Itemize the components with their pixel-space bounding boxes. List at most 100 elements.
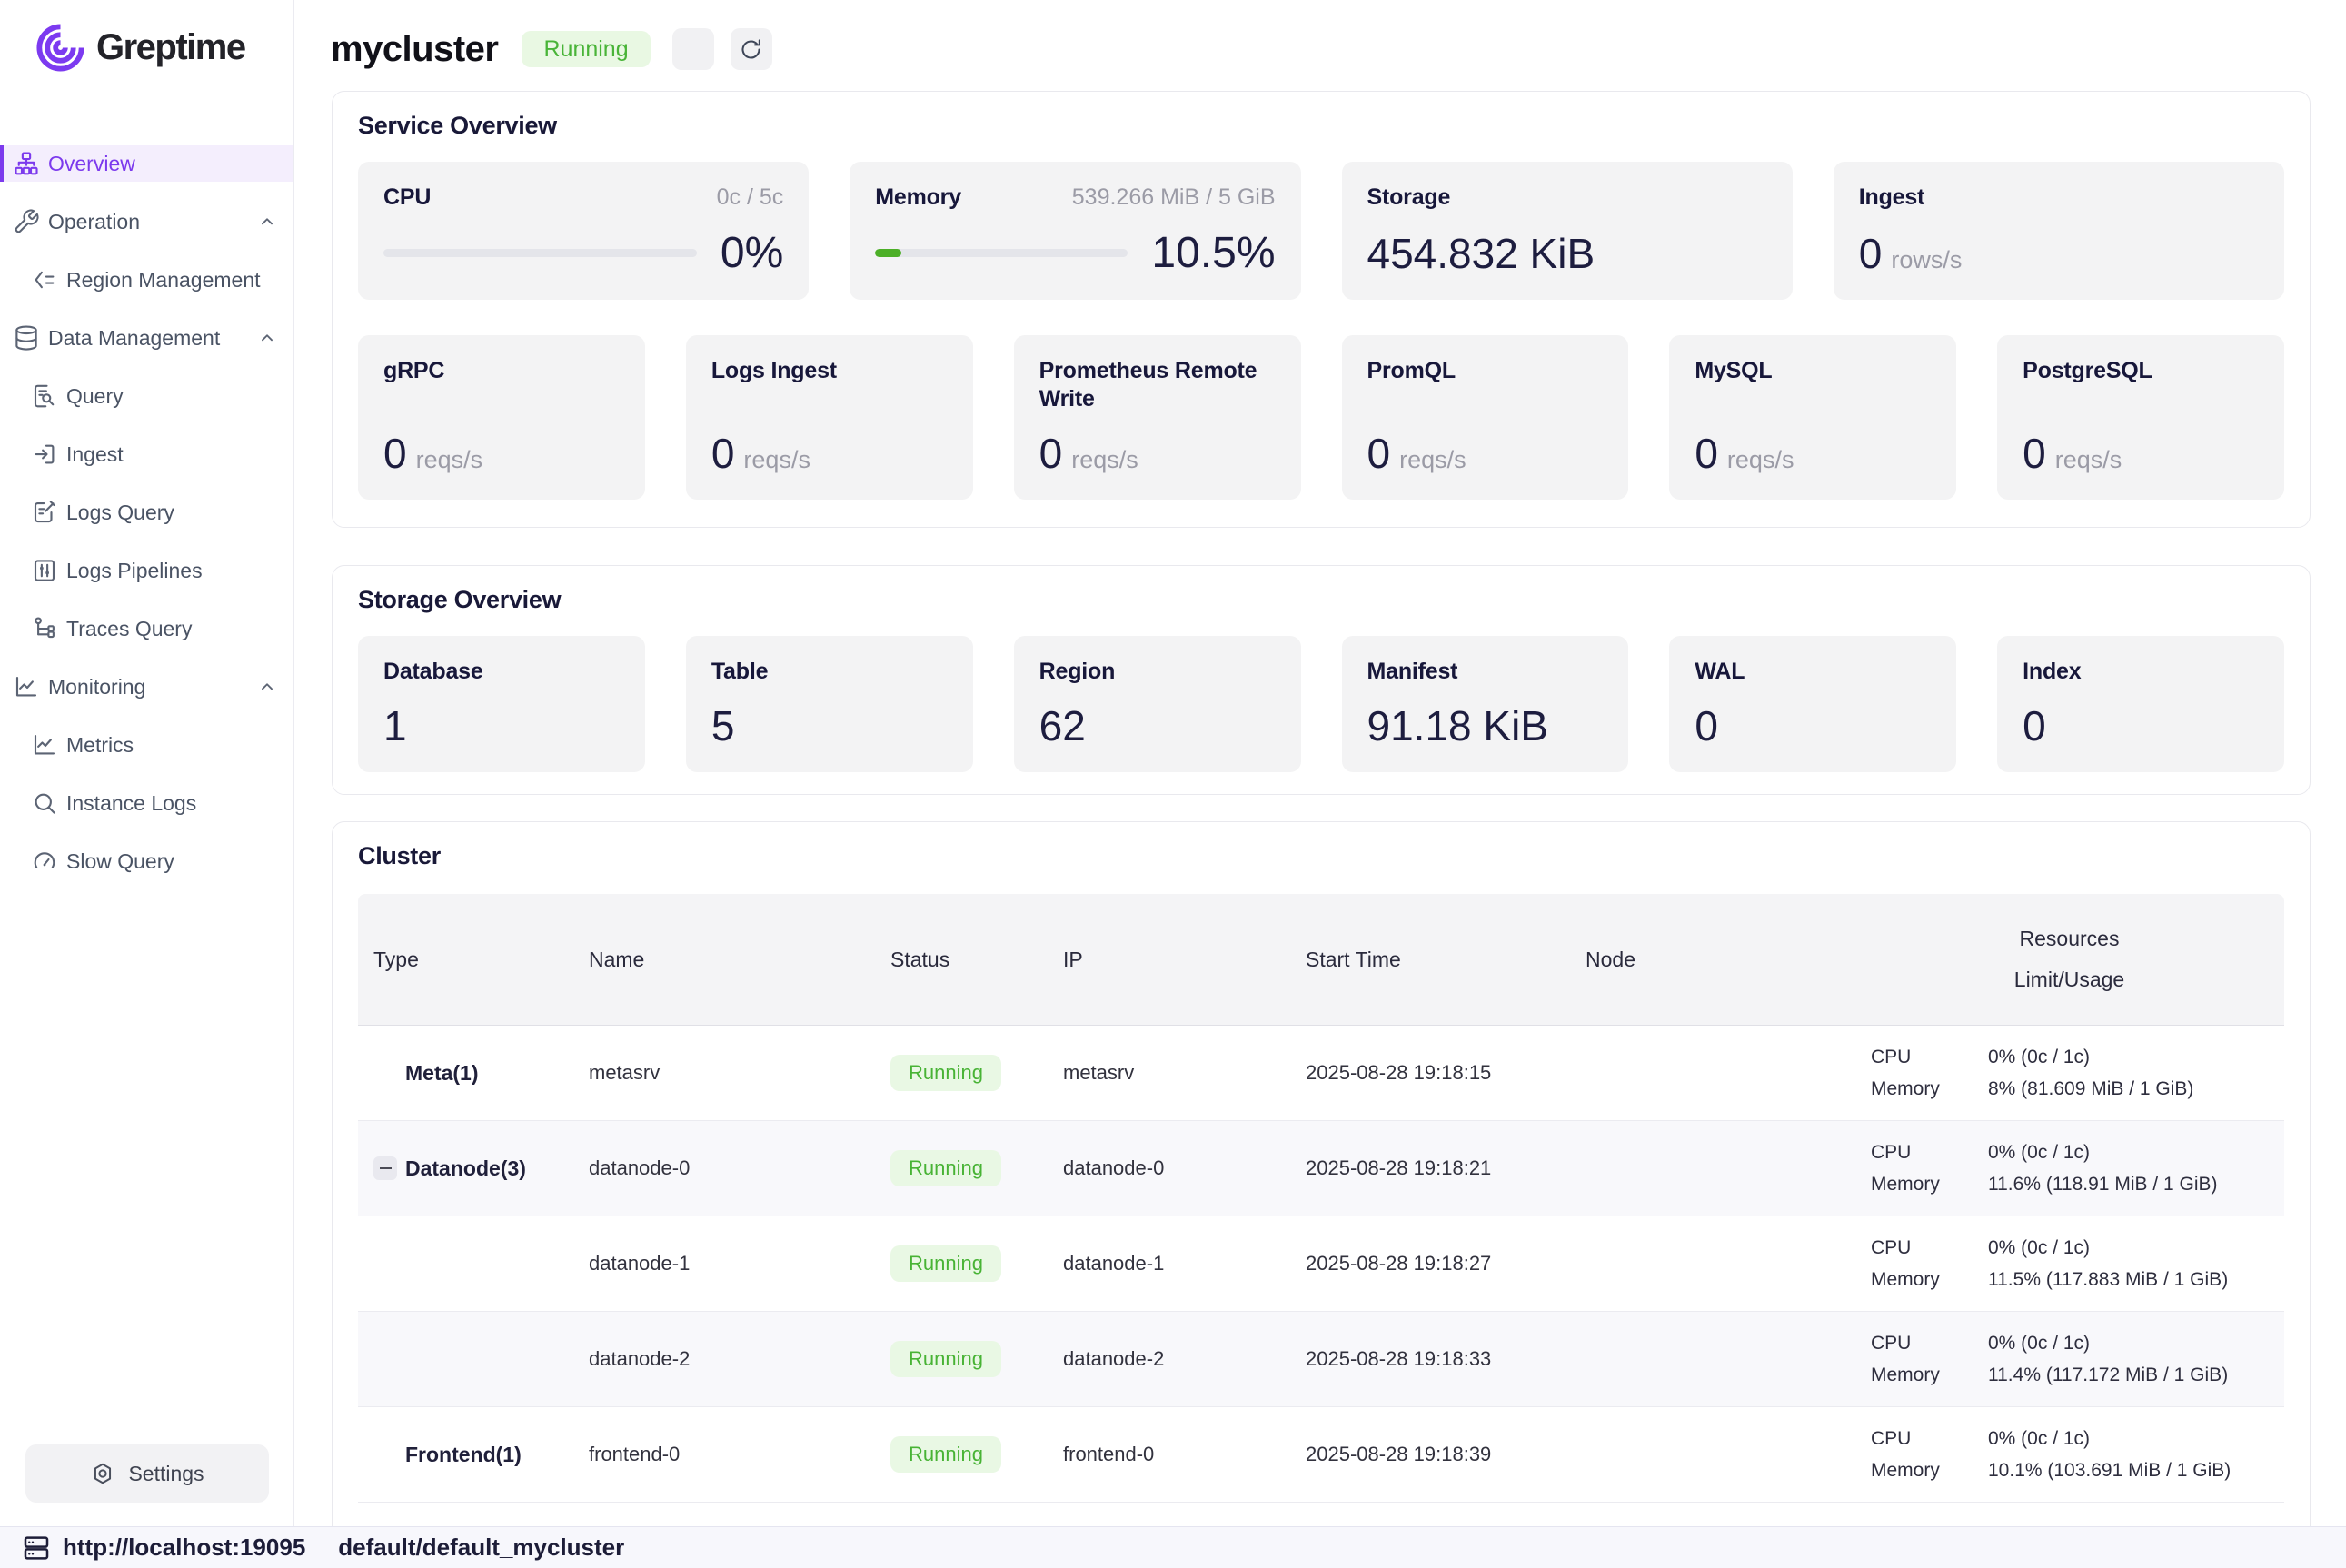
row-start-time: 2025-08-28 19:18:27 bbox=[1290, 1252, 1570, 1275]
protocol-value: 0 bbox=[1695, 429, 1718, 478]
storage-cards: Database 1 Table 5 Region 62 Manifest 91… bbox=[358, 636, 2284, 772]
resource-memory-label: Memory bbox=[1871, 1269, 1988, 1291]
sidebar-group-operation[interactable]: Operation bbox=[0, 203, 293, 240]
row-ip: datanode-0 bbox=[1048, 1156, 1290, 1180]
page-title: mycluster bbox=[331, 29, 498, 70]
sidebar-item-label: Ingest bbox=[66, 442, 124, 467]
chevron-up-icon bbox=[257, 212, 277, 232]
header-action-button[interactable] bbox=[672, 28, 714, 70]
file-edit-icon bbox=[31, 499, 58, 526]
resource-cpu-label: CPU bbox=[1871, 1047, 1988, 1068]
brand-name: Greptime bbox=[96, 27, 245, 68]
table-row-datanode-1: datanode-1 Running datanode-1 2025-08-28… bbox=[358, 1216, 2284, 1312]
memory-limit: 539.266 MiB / 5 GiB bbox=[1072, 184, 1276, 211]
storage-card-value: 0 bbox=[2023, 701, 2046, 750]
storage-card: Storage 454.832 KiB bbox=[1342, 162, 1793, 300]
resource-cpu-value: 0% (0c / 1c) bbox=[1988, 1142, 2090, 1164]
database-card: Database 1 bbox=[358, 636, 645, 772]
storage-label: Storage bbox=[1367, 184, 1451, 212]
sidebar-item-metrics[interactable]: Metrics bbox=[0, 727, 293, 763]
storage-card-value: 1 bbox=[383, 701, 407, 750]
brand-logo[interactable]: Greptime bbox=[0, 0, 293, 74]
memory-label: Memory bbox=[875, 184, 961, 212]
sidebar-group-monitoring[interactable]: Monitoring bbox=[0, 669, 293, 705]
sidebar-item-overview[interactable]: Overview bbox=[0, 145, 293, 182]
row-resources: CPU0% (0c / 1c) Memory11.4% (117.172 MiB… bbox=[1854, 1312, 2284, 1406]
resource-cpu-label: CPU bbox=[1871, 1333, 1988, 1355]
row-resources: CPU0% (0c / 1c) Memory11.5% (117.883 MiB… bbox=[1854, 1216, 2284, 1311]
promql-card: PromQL 0 reqs/s bbox=[1342, 335, 1629, 500]
sidebar-item-region-management[interactable]: Region Management bbox=[0, 262, 293, 298]
storage-card-label: Table bbox=[711, 658, 948, 686]
protocol-value: 0 bbox=[1367, 429, 1391, 478]
resource-cpu-label: CPU bbox=[1871, 1142, 1988, 1164]
storage-card-value: 91.18 KiB bbox=[1367, 701, 1548, 750]
current-database[interactable]: default/default_mycluster bbox=[338, 1533, 624, 1562]
gear-icon bbox=[90, 1461, 115, 1486]
resource-cpu-label: CPU bbox=[1871, 1428, 1988, 1450]
sidebar-item-logs-query[interactable]: Logs Query bbox=[0, 494, 293, 531]
memory-progress-bar bbox=[875, 249, 1128, 257]
protocol-label: PromQL bbox=[1367, 357, 1604, 385]
resource-cpu-value: 0% (0c / 1c) bbox=[1988, 1428, 2090, 1450]
sidebar-item-traces-query[interactable]: Traces Query bbox=[0, 610, 293, 647]
refresh-icon bbox=[739, 37, 763, 62]
sidebar-item-query[interactable]: Query bbox=[0, 378, 293, 414]
sidebar-item-label: Overview bbox=[48, 152, 135, 176]
cluster-table-header: Type Name Status IP Start Time Node Reso… bbox=[358, 894, 2284, 1026]
sidebar-item-slow-query[interactable]: Slow Query bbox=[0, 843, 293, 879]
chart-line-icon bbox=[13, 673, 40, 700]
storage-card-label: Database bbox=[383, 658, 620, 686]
row-resources: CPU0% (0c / 1c) Memory8% (81.609 MiB / 1… bbox=[1854, 1026, 2284, 1120]
sidebar-item-label: Traces Query bbox=[66, 617, 192, 641]
storage-card-value: 62 bbox=[1039, 701, 1086, 750]
resource-memory-label: Memory bbox=[1871, 1174, 1988, 1196]
manifest-card: Manifest 91.18 KiB bbox=[1342, 636, 1629, 772]
sliders-icon bbox=[31, 557, 58, 584]
memory-card: Memory 539.266 MiB / 5 GiB 10.5% bbox=[850, 162, 1300, 300]
row-name: datanode-2 bbox=[573, 1347, 875, 1371]
table-row-datanode-0: Datanode(3) datanode-0 Running datanode-… bbox=[358, 1121, 2284, 1216]
cluster-status-badge: Running bbox=[522, 31, 650, 67]
service-overview-panel: Service Overview CPU 0c / 5c 0% bbox=[332, 91, 2311, 528]
sidebar-item-instance-logs[interactable]: Instance Logs bbox=[0, 785, 293, 821]
resource-memory-label: Memory bbox=[1871, 1365, 1988, 1386]
protocol-unit: reqs/s bbox=[743, 446, 810, 474]
prometheus-remote-write-card: Prometheus Remote Write 0 reqs/s bbox=[1014, 335, 1301, 500]
grpc-card: gRPC 0 reqs/s bbox=[358, 335, 645, 500]
cluster-title: Cluster bbox=[358, 842, 2284, 870]
refresh-button[interactable] bbox=[731, 28, 772, 70]
sidebar-item-label: Query bbox=[66, 384, 124, 409]
page-header: mycluster Running bbox=[295, 0, 2346, 71]
row-status-badge: Running bbox=[890, 1436, 1001, 1473]
sidebar-group-data-management[interactable]: Data Management bbox=[0, 320, 293, 356]
storage-card-value: 0 bbox=[1695, 701, 1718, 750]
resource-memory-label: Memory bbox=[1871, 1078, 1988, 1100]
sidebar-item-logs-pipelines[interactable]: Logs Pipelines bbox=[0, 552, 293, 589]
cpu-percent: 0% bbox=[721, 228, 783, 278]
app-root: Greptime Overview bbox=[0, 0, 2346, 1568]
resource-cpu-label: CPU bbox=[1871, 1237, 1988, 1259]
ingest-unit: rows/s bbox=[1891, 246, 1962, 274]
row-status-badge: Running bbox=[890, 1245, 1001, 1282]
col-type: Type bbox=[358, 948, 573, 972]
collapse-datanode-button[interactable] bbox=[373, 1156, 397, 1180]
connection-url[interactable]: http://localhost:19095 bbox=[63, 1533, 305, 1562]
storage-overview-panel: Storage Overview Database 1 Table 5 Regi… bbox=[332, 565, 2311, 795]
col-status: Status bbox=[875, 948, 1048, 972]
protocol-label: MySQL bbox=[1695, 357, 1931, 385]
protocol-unit: reqs/s bbox=[2055, 446, 2122, 474]
database-icon bbox=[13, 324, 40, 352]
storage-card-label: Manifest bbox=[1367, 658, 1604, 686]
storage-card-label: WAL bbox=[1695, 658, 1931, 686]
protocol-cards: gRPC 0 reqs/s Logs Ingest 0 reqs/s Prome… bbox=[358, 335, 2284, 500]
main-content: mycluster Running Service Overview CPU 0… bbox=[295, 0, 2346, 1526]
col-resources-label: Resources bbox=[2020, 927, 2120, 951]
sidebar-item-label: Operation bbox=[48, 210, 140, 234]
protocol-label: Prometheus Remote Write bbox=[1039, 357, 1276, 414]
sidebar-item-label: Slow Query bbox=[66, 849, 174, 874]
sidebar-item-ingest[interactable]: Ingest bbox=[0, 436, 293, 472]
settings-button[interactable]: Settings bbox=[25, 1444, 269, 1503]
region-card: Region 62 bbox=[1014, 636, 1301, 772]
region-arrows-icon bbox=[31, 266, 58, 293]
